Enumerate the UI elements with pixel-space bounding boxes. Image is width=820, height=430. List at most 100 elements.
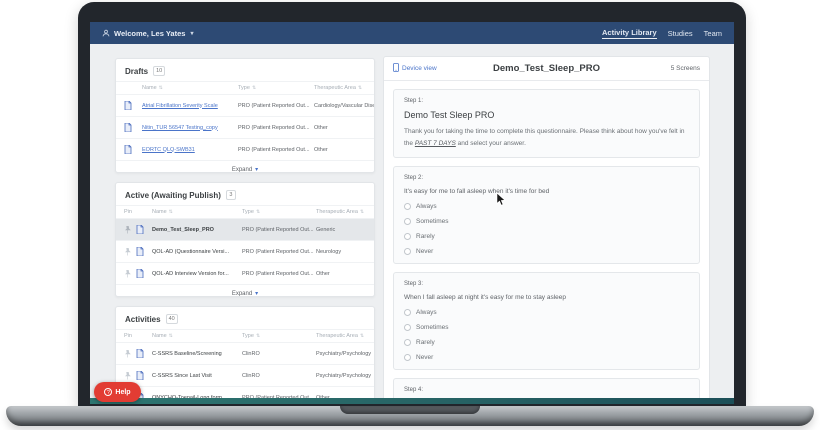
col-pin[interactable]: Pin	[124, 333, 136, 339]
activity-therapeutic-area: Other	[314, 147, 366, 153]
activity-name-link[interactable]: EORTC QLQ-SWB31	[142, 147, 238, 153]
preview-body: Step 1: Demo Test Sleep PRO Thank you fo…	[384, 81, 709, 403]
activity-therapeutic-area: Cardiology/Vascular Diseases	[314, 103, 375, 109]
activity-therapeutic-area: Psychiatry/Psychology	[316, 373, 371, 379]
step-label: Step 3:	[404, 281, 689, 287]
radio-option[interactable]: Rarely	[404, 233, 689, 240]
footer-strip	[90, 398, 734, 404]
active-expand-button[interactable]: Expand▾	[116, 284, 374, 297]
preview-header: Device view Demo_Test_Sleep_PRO 5 Screen…	[384, 57, 709, 81]
radio-option[interactable]: Never	[404, 354, 689, 361]
activity-therapeutic-area: Psychiatry/Psychology	[316, 351, 371, 357]
table-row[interactable]: C-SSRS Baseline/Screening ClinRO Psychia…	[116, 342, 374, 364]
activity-name[interactable]: Demo_Test_Sleep_PRO	[152, 227, 242, 233]
table-row[interactable]: C-SSRS Since Last Visit ClinRO Psychiatr…	[116, 364, 374, 386]
col-therapeutic-area[interactable]: Therapeutic Area⇅	[316, 209, 366, 215]
welcome-text: Welcome, Les Yates	[114, 29, 185, 38]
col-name[interactable]: Name⇅	[152, 333, 242, 339]
table-row[interactable]: EORTC QLQ-SWB31 PRO (Patient Reported Ou…	[116, 138, 374, 160]
activity-name-link[interactable]: Atrial Fibrillation Severity Scale	[142, 103, 238, 109]
table-row[interactable]: Nitin_TUR 56547 Testing_copy PRO (Patien…	[116, 116, 374, 138]
options-group: Always Sometimes Rarely Never	[404, 203, 689, 255]
pin-icon[interactable]	[124, 270, 136, 278]
step-3-card: Step 3: When I fall asleep at night it's…	[393, 272, 700, 370]
radio-option[interactable]: Sometimes	[404, 218, 689, 225]
activity-name-link[interactable]: Nitin_TUR 56547 Testing_copy	[142, 125, 238, 131]
chevron-down-icon: ▾	[190, 30, 193, 37]
col-name[interactable]: Name⇅	[142, 85, 238, 91]
radio-icon[interactable]	[404, 339, 411, 346]
radio-icon[interactable]	[404, 309, 411, 316]
drafts-count-badge: 10	[153, 66, 165, 76]
table-row[interactable]: Atrial Fibrillation Severity Scale PRO (…	[116, 94, 374, 116]
step-label: Step 4:	[404, 387, 689, 393]
device-view-button[interactable]: Device view	[393, 63, 493, 74]
document-icon	[136, 225, 152, 234]
step-label: Step 1:	[404, 98, 689, 104]
nav-team[interactable]: Team	[704, 29, 722, 38]
active-table-header: Pin Name⇅ Type⇅ Therapeutic Area⇅	[116, 205, 374, 218]
col-therapeutic-area[interactable]: Therapeutic Area⇅	[316, 333, 366, 339]
active-count-badge: 3	[226, 190, 236, 200]
activity-therapeutic-area: Other	[316, 271, 366, 277]
radio-icon[interactable]	[404, 248, 411, 255]
step-2-card: Step 2: It's easy for me to fall asleep …	[393, 166, 700, 264]
pin-icon[interactable]	[124, 248, 136, 256]
col-type[interactable]: Type⇅	[242, 333, 316, 339]
table-row[interactable]: QOL-AD (Questionnaire Versi... PRO (Pati…	[116, 240, 374, 262]
radio-icon[interactable]	[404, 354, 411, 361]
activity-name[interactable]: QOL-AD (Questionnaire Versi...	[152, 249, 242, 255]
col-therapeutic-area[interactable]: Therapeutic Area⇅	[314, 85, 366, 91]
drafts-table-header: Name⇅ Type⇅ Therapeutic Area⇅	[116, 81, 374, 94]
activity-type: PRO (Patient Reported Out...	[238, 147, 314, 153]
document-icon	[124, 123, 142, 132]
radio-icon[interactable]	[404, 203, 411, 210]
drafts-expand-button[interactable]: Expand▾	[116, 160, 374, 173]
radio-option[interactable]: Always	[404, 203, 689, 210]
radio-icon[interactable]	[404, 218, 411, 225]
col-type[interactable]: Type⇅	[242, 209, 316, 215]
col-type[interactable]: Type⇅	[238, 85, 314, 91]
active-card: Active (Awaiting Publish) 3 Pin Name⇅ Ty…	[115, 182, 375, 297]
document-icon	[124, 101, 142, 110]
pin-icon[interactable]	[124, 226, 136, 234]
laptop-screen: Welcome, Les Yates ▾ Activity Library St…	[90, 22, 734, 404]
radio-icon[interactable]	[404, 324, 411, 331]
activity-name[interactable]: C-SSRS Baseline/Screening	[152, 351, 242, 357]
nav-studies[interactable]: Studies	[668, 29, 693, 38]
sort-icon: ⇅	[256, 333, 260, 339]
table-row[interactable]: QOL-AD Interview Version for... PRO (Pat…	[116, 262, 374, 284]
radio-icon[interactable]	[404, 233, 411, 240]
chevron-down-icon: ▾	[255, 166, 258, 173]
activities-title: Activities	[125, 315, 161, 324]
page: Welcome, Les Yates ▾ Activity Library St…	[0, 0, 820, 430]
laptop-base-notch	[340, 406, 480, 414]
sort-icon: ⇅	[256, 209, 260, 215]
table-row-selected[interactable]: Demo_Test_Sleep_PRO PRO (Patient Reporte…	[116, 218, 374, 240]
activity-therapeutic-area: Neurology	[316, 249, 366, 255]
activity-type: PRO (Patient Reported Out...	[242, 249, 316, 255]
radio-option[interactable]: Never	[404, 248, 689, 255]
pin-icon[interactable]	[124, 350, 136, 358]
sort-icon: ⇅	[360, 209, 364, 215]
col-name[interactable]: Name⇅	[152, 209, 242, 215]
pin-icon[interactable]	[124, 372, 136, 380]
screens-count: 5 Screens	[671, 65, 700, 72]
radio-option[interactable]: Sometimes	[404, 324, 689, 331]
activity-name[interactable]: QOL-AD Interview Version for...	[152, 271, 242, 277]
options-group: Always Sometimes Rarely Never	[404, 309, 689, 361]
nav-activity-library[interactable]: Activity Library	[602, 28, 657, 39]
radio-option[interactable]: Always	[404, 309, 689, 316]
radio-option[interactable]: Rarely	[404, 339, 689, 346]
library-column: Drafts 10 Name⇅ Type⇅ Therapeutic Area⇅ …	[115, 58, 375, 404]
sort-icon: ⇅	[159, 85, 163, 91]
help-button[interactable]: ? Help	[94, 382, 141, 402]
activity-type: ClinRO	[242, 351, 316, 357]
activity-name[interactable]: C-SSRS Since Last Visit	[152, 373, 242, 379]
question-circle-icon: ?	[104, 388, 112, 396]
document-icon	[124, 145, 142, 154]
chevron-down-icon: ▾	[255, 290, 258, 297]
activities-card: Activities 40 Pin Name⇅ Type⇅ Therapeuti…	[115, 306, 375, 404]
col-pin[interactable]: Pin	[124, 209, 136, 215]
user-menu[interactable]: Welcome, Les Yates ▾	[102, 29, 193, 38]
